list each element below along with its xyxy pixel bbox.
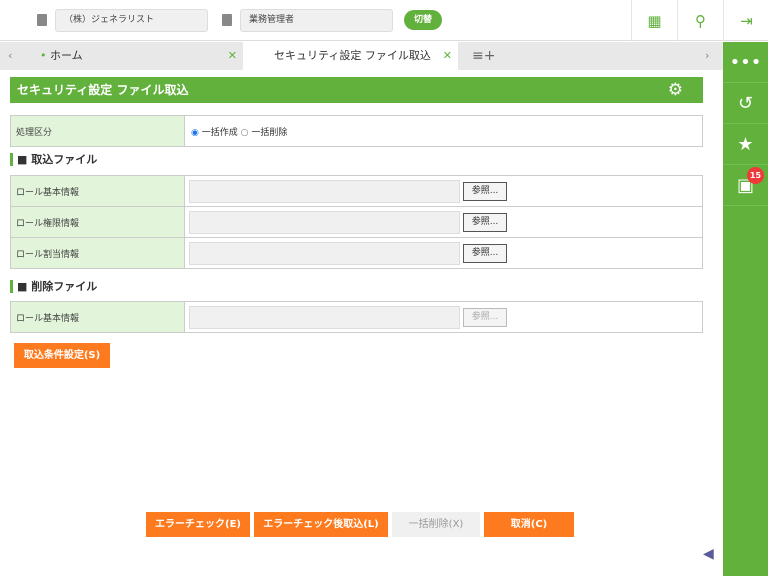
check-and-import-button[interactable]: エラーチェック後取込(L)	[254, 512, 388, 537]
tab-scroll-right[interactable]: ›	[705, 42, 709, 70]
radio-bulk-create[interactable]: ◉ 一括作成	[191, 128, 238, 138]
import-file-table: ロール基本情報 参照... ロール権限情報 参照... ロール割当情報 参照...	[10, 175, 703, 269]
tab-label: ホーム	[50, 49, 83, 62]
top-bar: （株）ジェネラリスト 業務管理者 切替 ▦ ⚲ ⇥	[0, 0, 768, 41]
star-icon[interactable]: ★	[723, 124, 768, 165]
company-field[interactable]: （株）ジェネラリスト	[55, 9, 208, 32]
import-section-title: ■ 取込ファイル	[10, 153, 97, 166]
apps-grid-icon[interactable]: ▦	[631, 0, 677, 41]
close-icon[interactable]: ✕	[228, 42, 237, 70]
process-label: 処理区分	[10, 115, 185, 147]
browse-button[interactable]: 参照...	[463, 181, 507, 201]
file-input[interactable]	[189, 179, 460, 203]
radio-bulk-delete[interactable]: ○ 一括削除	[241, 128, 288, 138]
right-sidebar: ••• ↺ ★ ▣ 15	[723, 42, 768, 576]
row-label: ロール割当情報	[10, 237, 185, 269]
switch-button[interactable]: 切替	[404, 10, 442, 30]
add-tab-icon[interactable]: ≡+	[472, 42, 495, 70]
tab-security-import[interactable]: セキュリティ設定 ファイル取込 ✕	[243, 42, 458, 70]
row-label: ロール権限情報	[10, 206, 185, 238]
browse-button: 参照...	[463, 307, 507, 327]
file-input[interactable]	[189, 241, 460, 265]
close-icon[interactable]: ✕	[443, 42, 452, 70]
page-title-text: セキュリティ設定 ファイル取込	[17, 83, 189, 97]
radio-label: 一括削除	[251, 127, 288, 138]
table-row: ロール基本情報 参照...	[10, 175, 703, 207]
delete-section-title: ■ 削除ファイル	[10, 280, 97, 293]
collapse-arrow-icon[interactable]: ◀	[703, 546, 714, 562]
tab-scroll-left[interactable]: ‹	[8, 42, 12, 70]
delete-file-table: ロール基本情報 参照...	[10, 301, 703, 333]
notification-badge: 15	[747, 167, 764, 184]
search-icon[interactable]: ⚲	[677, 0, 723, 41]
table-row: ロール権限情報 参照...	[10, 206, 703, 238]
row-label: ロール基本情報	[10, 301, 185, 333]
file-input	[189, 305, 460, 329]
history-icon[interactable]: ↺	[723, 83, 768, 124]
file-input[interactable]	[189, 210, 460, 234]
role-field[interactable]: 業務管理者	[240, 9, 393, 32]
gear-icon[interactable]: ⚙	[668, 77, 683, 103]
cancel-button[interactable]: 取消(C)	[484, 512, 574, 537]
page-title: セキュリティ設定 ファイル取込 ⚙	[10, 77, 703, 103]
inbox-icon[interactable]: ▣ 15	[723, 165, 768, 206]
tab-home[interactable]: • ホーム ✕	[30, 42, 243, 70]
tab-bar: ‹ • ホーム ✕ セキュリティ設定 ファイル取込 ✕ ≡+ ›	[0, 42, 723, 70]
browse-button[interactable]: 参照...	[463, 212, 507, 232]
more-icon[interactable]: •••	[723, 42, 768, 83]
logout-icon[interactable]: ⇥	[723, 0, 768, 41]
import-condition-button[interactable]: 取込条件設定(S)	[14, 343, 110, 368]
pin-icon: •	[40, 49, 47, 62]
process-table: 処理区分 ◉ 一括作成 ○ 一括削除	[10, 115, 703, 147]
clipboard-icon	[222, 14, 232, 26]
table-row: ロール割当情報 参照...	[10, 237, 703, 269]
row-label: ロール基本情報	[10, 175, 185, 207]
browse-button[interactable]: 参照...	[463, 243, 507, 263]
error-check-button[interactable]: エラーチェック(E)	[146, 512, 250, 537]
bulk-delete-button: 一括削除(X)	[392, 512, 480, 537]
table-row: ロール基本情報 参照...	[10, 301, 703, 333]
building-icon	[37, 14, 47, 26]
radio-label: 一括作成	[201, 127, 238, 138]
tab-label: セキュリティ設定 ファイル取込	[274, 49, 431, 62]
